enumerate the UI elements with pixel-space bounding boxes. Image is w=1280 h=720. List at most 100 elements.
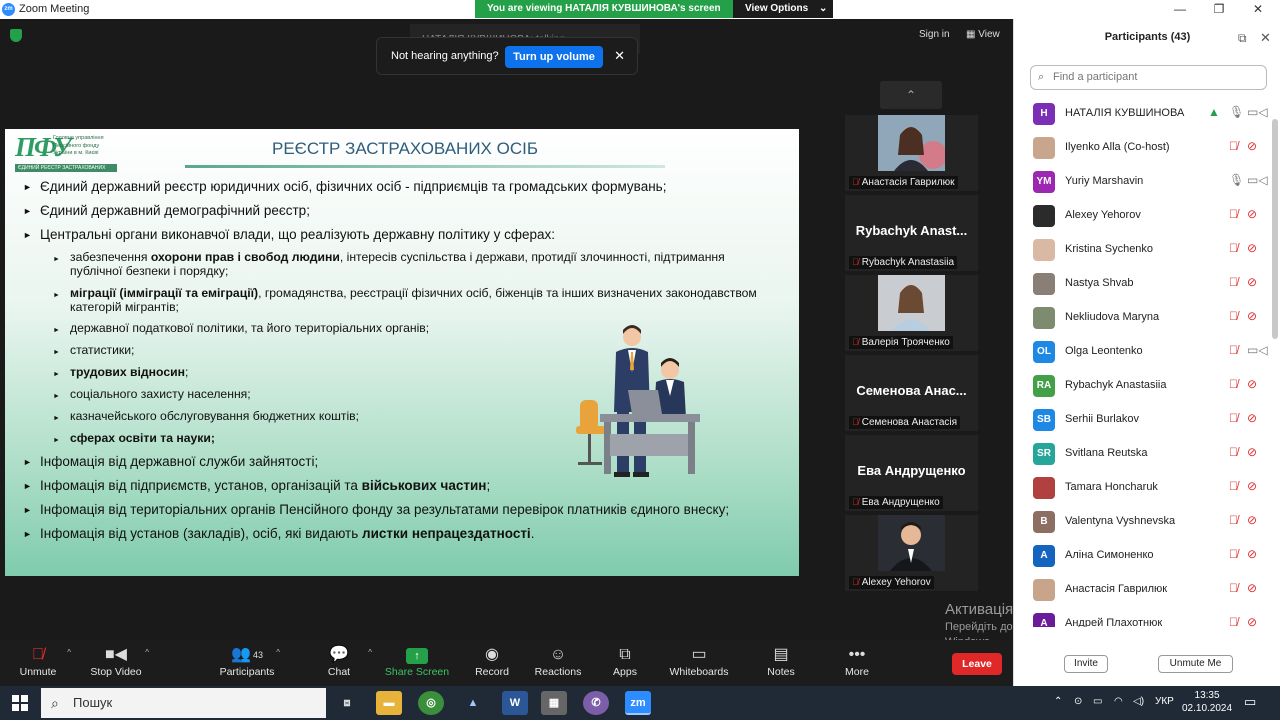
participant-row[interactable]: Kristina Sychenko 🎙̸ ⊘ xyxy=(1014,233,1272,267)
mic-muted-icon[interactable]: 🎙̸ xyxy=(1229,309,1238,323)
video-off-icon[interactable]: ⊘ xyxy=(1247,479,1257,493)
video-tile[interactable]: 🎙̸ Валерія Трояченко xyxy=(845,275,978,351)
stop-video-button[interactable]: ■◀ Stop Video ^ xyxy=(81,640,151,686)
encryption-shield-icon[interactable] xyxy=(10,29,22,42)
video-tile[interactable]: Rybachyk Anast... 🎙̸ Rybachyk Anastasiia xyxy=(845,195,978,271)
close-icon[interactable]: ✕ xyxy=(1250,2,1266,16)
video-camera-icon[interactable]: ▭◁ xyxy=(1247,173,1268,187)
volume-icon[interactable]: ◁) xyxy=(1133,696,1144,707)
minimize-icon[interactable]: — xyxy=(1172,2,1188,16)
participant-row[interactable]: OL Olga Leontenko 🎙̸ ▭◁ xyxy=(1014,335,1272,369)
notes-button[interactable]: ▤ Notes xyxy=(746,640,816,686)
word-icon[interactable]: W xyxy=(502,691,528,715)
language-indicator[interactable]: УКР xyxy=(1155,696,1174,707)
video-camera-icon[interactable]: ▭◁ xyxy=(1247,105,1268,119)
task-view-icon[interactable]: ⧈ xyxy=(334,691,360,715)
record-button[interactable]: ◉ Record xyxy=(457,640,527,686)
calculator-icon[interactable]: ▦ xyxy=(541,691,567,715)
file-explorer-icon[interactable]: ▬ xyxy=(376,691,402,715)
leave-button[interactable]: Leave xyxy=(952,653,1002,675)
participants-button[interactable]: 👥 43 Participants ^ xyxy=(212,640,282,686)
sign-in-button[interactable]: Sign in xyxy=(919,29,950,40)
mic-muted-icon[interactable]: 🎙̸ xyxy=(1229,275,1238,289)
mic-muted-icon[interactable]: 🎙̸ xyxy=(1229,581,1238,595)
mic-muted-icon[interactable]: 🎙̸ xyxy=(1229,207,1238,221)
scroll-up-chevron-icon[interactable]: ⌃ xyxy=(880,81,942,109)
participant-row[interactable]: SR Svitlana Reutska 🎙̸ ⊘ xyxy=(1014,437,1272,471)
video-camera-icon[interactable]: ▭◁ xyxy=(1247,343,1268,357)
wifi-icon[interactable]: ◠ xyxy=(1114,696,1123,707)
participant-row[interactable]: Alexey Yehorov 🎙̸ ⊘ xyxy=(1014,199,1272,233)
participant-row[interactable]: RA Rybachyk Anastasiia 🎙̸ ⊘ xyxy=(1014,369,1272,403)
close-icon[interactable]: ✕ xyxy=(1260,30,1271,46)
mic-muted-icon[interactable]: 🎙̸ xyxy=(1229,615,1238,627)
more-button[interactable]: ••• More xyxy=(822,640,892,686)
video-off-icon[interactable]: ⊘ xyxy=(1247,377,1257,391)
participant-row[interactable]: А Андрей Плахотнюк 🎙̸ ⊘ xyxy=(1014,607,1272,627)
notifications-icon[interactable]: ▭ xyxy=(1244,694,1256,710)
mic-muted-icon[interactable]: 🎙̸ xyxy=(1229,479,1238,493)
tray-chevron-icon[interactable]: ⌃ xyxy=(1054,696,1062,707)
apps-button[interactable]: ⧉ Apps xyxy=(590,640,660,686)
unmute-button[interactable]: 🎙̸ Unmute ^ xyxy=(3,640,73,686)
view-options-button[interactable]: View Options ⌄ xyxy=(733,0,833,18)
video-tile[interactable]: Семенова Анас... 🎙̸ Семенова Анастасія xyxy=(845,355,978,431)
participant-search-input[interactable]: ⌕ Find a participant xyxy=(1030,65,1267,90)
mic-icon[interactable]: 🎙 xyxy=(1229,173,1244,187)
view-button[interactable]: ▦ View xyxy=(966,29,1000,40)
participant-row[interactable]: Н НАТАЛІЯ КУВШИНОВА ▲ 🎙 ▭◁ xyxy=(1014,97,1272,131)
network-icon[interactable]: ⊙ xyxy=(1074,696,1082,707)
video-tile[interactable]: Ева Андрущенко 🎙̸ Ева Андрущенко xyxy=(845,435,978,511)
video-off-icon[interactable]: ⊘ xyxy=(1247,139,1257,153)
participant-row[interactable]: Tamara Honcharuk 🎙̸ ⊘ xyxy=(1014,471,1272,505)
taskbar-clock[interactable]: 13:35 02.10.2024 xyxy=(1182,689,1232,715)
invite-button[interactable]: Invite xyxy=(1064,655,1108,673)
mic-muted-icon[interactable]: 🎙̸ xyxy=(1229,377,1238,391)
mic-muted-icon[interactable]: 🎙̸ xyxy=(1229,343,1238,357)
scrollbar[interactable] xyxy=(1272,119,1278,339)
video-off-icon[interactable]: ⊘ xyxy=(1247,207,1257,221)
video-tile[interactable]: 🎙̸ Анастасія Гаврилюк xyxy=(845,115,978,191)
participant-row[interactable]: Анастасія Гаврилюк 🎙̸ ⊘ xyxy=(1014,573,1272,607)
participant-row[interactable]: Nastya Shvab 🎙̸ ⊘ xyxy=(1014,267,1272,301)
zoom-app-icon[interactable]: zm xyxy=(625,691,651,715)
battery-icon[interactable]: ▭ xyxy=(1093,696,1102,707)
mic-muted-icon[interactable]: 🎙̸ xyxy=(1229,445,1238,459)
video-off-icon[interactable]: ⊘ xyxy=(1247,615,1257,627)
mic-icon[interactable]: 🎙 xyxy=(1229,105,1244,119)
app-icon[interactable]: ▲ xyxy=(460,691,486,715)
whiteboards-button[interactable]: ▭ Whiteboards xyxy=(664,640,734,686)
participant-row[interactable]: YM Yuriy Marshavin 🎙 ▭◁ xyxy=(1014,165,1272,199)
mic-muted-icon[interactable]: 🎙̸ xyxy=(1229,547,1238,561)
mic-muted-icon[interactable]: 🎙̸ xyxy=(1229,241,1238,255)
video-off-icon[interactable]: ⊘ xyxy=(1247,241,1257,255)
pop-out-icon[interactable]: ⧉ xyxy=(1238,31,1247,46)
mic-muted-icon[interactable]: 🎙̸ xyxy=(1229,411,1238,425)
video-off-icon[interactable]: ⊘ xyxy=(1247,445,1257,459)
participant-row[interactable]: В Valentyna Vyshnevska 🎙̸ ⊘ xyxy=(1014,505,1272,539)
video-off-icon[interactable]: ⊘ xyxy=(1247,513,1257,527)
participant-row[interactable]: А Аліна Симоненко 🎙̸ ⊘ xyxy=(1014,539,1272,573)
windows-start-icon[interactable] xyxy=(12,695,28,711)
participant-row[interactable]: Nekliudova Maryna 🎙̸ ⊘ xyxy=(1014,301,1272,335)
participant-row[interactable]: SB Serhii Burlakov 🎙̸ ⊘ xyxy=(1014,403,1272,437)
chrome-icon[interactable]: ◎ xyxy=(418,691,444,715)
maximize-icon[interactable]: ❐ xyxy=(1211,2,1227,16)
turn-up-volume-button[interactable]: Turn up volume xyxy=(505,46,603,68)
video-off-icon[interactable]: ⊘ xyxy=(1247,309,1257,323)
video-off-icon[interactable]: ⊘ xyxy=(1247,275,1257,289)
video-off-icon[interactable]: ⊘ xyxy=(1247,411,1257,425)
mic-muted-icon[interactable]: 🎙̸ xyxy=(1229,513,1238,527)
close-icon[interactable]: ✕ xyxy=(614,48,625,64)
viber-icon[interactable]: ✆ xyxy=(583,691,609,715)
video-tile[interactable]: 🎙̸ Alexey Yehorov xyxy=(845,515,978,591)
chat-button[interactable]: 💬 Chat ^ xyxy=(304,640,374,686)
participant-row[interactable]: Ilyenko Alla (Co-host) 🎙̸ ⊘ xyxy=(1014,131,1272,165)
share-screen-button[interactable]: ↑ Share Screen xyxy=(382,640,452,686)
video-off-icon[interactable]: ⊘ xyxy=(1247,581,1257,595)
mic-muted-icon[interactable]: 🎙̸ xyxy=(1229,139,1238,153)
unmute-me-button[interactable]: Unmute Me xyxy=(1158,655,1233,673)
video-off-icon[interactable]: ⊘ xyxy=(1247,547,1257,561)
reactions-button[interactable]: ☺ Reactions xyxy=(523,640,593,686)
taskbar-search-input[interactable]: ⌕ Пошук xyxy=(41,688,326,718)
